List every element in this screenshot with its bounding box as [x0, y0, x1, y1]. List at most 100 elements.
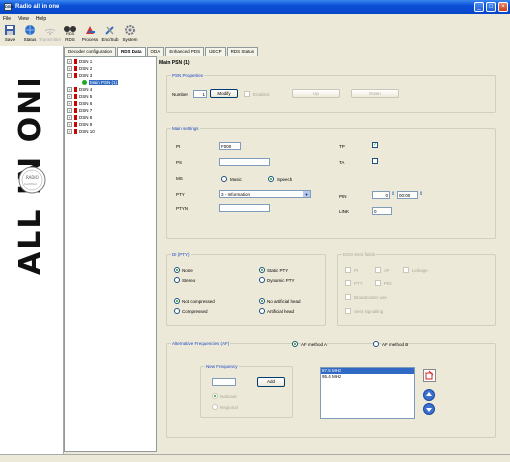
compressed-radio[interactable]: [174, 308, 180, 314]
eon-af-label: AF: [384, 268, 390, 273]
speech-radio[interactable]: [268, 176, 274, 182]
transmitter-icon: [43, 23, 57, 37]
pin-time-spin-icon[interactable]: ⇕: [419, 191, 423, 197]
tree-item-main-psn[interactable]: Main PSN (1): [82, 80, 119, 85]
save-icon: [3, 23, 17, 37]
frequency-list[interactable]: 87.5 MHz 95.4 MHz: [320, 367, 415, 419]
tree-item-dsn2[interactable]: + DSN 2: [67, 66, 92, 71]
ptyn-field[interactable]: [219, 204, 270, 212]
music-radio[interactable]: [221, 176, 227, 182]
di-stereo-label: Stereo: [182, 278, 196, 283]
menu-help[interactable]: Help: [36, 16, 46, 22]
tp-checkbox[interactable]: ✓: [372, 142, 378, 148]
tp-label: TP: [339, 144, 345, 149]
eon-linkage-checkbox[interactable]: [403, 267, 409, 273]
pty-select[interactable]: 3 - Information ▼: [219, 190, 311, 198]
sent-signalling-checkbox[interactable]: [345, 308, 351, 314]
tree-item-dsn1[interactable]: + DSN 1: [67, 59, 92, 64]
pin-label: PIN: [339, 194, 347, 199]
tab-rds-status[interactable]: RDS Status: [226, 47, 259, 56]
number-field[interactable]: 1: [193, 90, 207, 98]
pin-day-field[interactable]: 0: [372, 191, 390, 199]
down-button[interactable]: Down: [351, 89, 399, 98]
logo-badge2: Certified: [24, 182, 37, 186]
pty-label: PTY: [176, 192, 185, 197]
tree-item-dsn10[interactable]: + DSN 10: [67, 129, 95, 134]
new-frequency-field[interactable]: [212, 378, 236, 386]
national-radio[interactable]: [212, 393, 218, 399]
main-settings-group: Main settings: [166, 126, 496, 239]
system-button[interactable]: System: [122, 23, 138, 46]
tree-item-dsn9[interactable]: + DSN 9: [67, 122, 92, 127]
list-item[interactable]: 95.4 MHz: [321, 374, 414, 380]
rds-icon: RDS: [63, 23, 77, 37]
regional-radio[interactable]: [212, 404, 218, 410]
status-button[interactable]: Status: [22, 23, 38, 46]
af-method-b-radio[interactable]: [373, 341, 379, 347]
dynamic-pty-radio[interactable]: [259, 277, 265, 283]
modify-button[interactable]: Modify: [210, 89, 238, 98]
tab-decoder-configuration[interactable]: Decoder configuration: [64, 47, 117, 56]
process-button[interactable]: Process: [82, 23, 98, 46]
add-frequency-button[interactable]: Add: [257, 377, 285, 387]
artificial-head-label: Artificial head: [267, 309, 295, 314]
system-gear-icon: [123, 23, 137, 37]
static-pty-radio[interactable]: [259, 267, 265, 273]
ta-checkbox[interactable]: [372, 158, 378, 164]
delete-frequency-button[interactable]: [423, 369, 436, 382]
national-label: National: [220, 394, 237, 399]
sent-signalling-label: Sent signalling: [354, 309, 384, 314]
tree-item-dsn5[interactable]: + DSN 5: [67, 94, 92, 99]
eon-pty-checkbox[interactable]: [345, 280, 351, 286]
di-stereo-radio[interactable]: [174, 277, 180, 283]
artificial-head-radio[interactable]: [259, 308, 265, 314]
tree-item-dsn4[interactable]: + DSN 4: [67, 87, 92, 92]
ps-field[interactable]: [219, 158, 270, 166]
eon-pin-label: PIN: [384, 281, 392, 286]
minimize-button[interactable]: _: [474, 2, 484, 12]
tab-oda[interactable]: ODA: [146, 47, 165, 56]
eon-linkage-label: Linkage: [412, 268, 428, 273]
link-field[interactable]: 0: [372, 207, 392, 215]
af-method-a-radio[interactable]: [292, 341, 298, 347]
arrow-up-icon: [426, 392, 432, 396]
dsn-icon: [74, 115, 77, 120]
save-button[interactable]: Save: [2, 23, 18, 46]
eon-af-checkbox[interactable]: [375, 267, 381, 273]
dsn-tree[interactable]: + DSN 1 + DSN 2 − DSN 3 Main PSN (1) + DSN 4…: [64, 56, 157, 452]
tree-item-dsn3[interactable]: − DSN 3: [67, 73, 92, 78]
ps-label: PS: [176, 160, 183, 165]
menu-view[interactable]: View: [18, 16, 29, 22]
broadcaster-use-checkbox[interactable]: [345, 294, 351, 300]
move-up-button[interactable]: [423, 389, 435, 401]
eon-pi-checkbox[interactable]: [345, 267, 351, 273]
menu-file[interactable]: File: [3, 16, 11, 22]
pin-day-spin-icon[interactable]: ⇕: [391, 191, 395, 197]
broadcaster-use-label: Broadcaster use: [354, 295, 387, 300]
dsn-icon: [74, 94, 77, 99]
new-frequency-group: New Frequency: [200, 364, 293, 418]
no-artificial-head-radio[interactable]: [259, 298, 265, 304]
tab-enhanced-pds[interactable]: Enhanced PDS: [165, 47, 205, 56]
pin-time-field[interactable]: 00:00: [397, 191, 418, 199]
move-down-button[interactable]: [423, 403, 435, 415]
music-label: Music: [230, 177, 242, 182]
delete-icon: [425, 370, 434, 380]
eon-pin-checkbox[interactable]: [375, 280, 381, 286]
enc-sub-button[interactable]: Enc/Sub: [102, 23, 119, 46]
di-none-radio[interactable]: [174, 267, 180, 273]
dsn-icon: [74, 59, 77, 64]
process-icon: [83, 23, 97, 37]
enabled-checkbox[interactable]: [244, 91, 250, 97]
tree-item-dsn6[interactable]: + DSN 6: [67, 101, 92, 106]
close-button[interactable]: ×: [498, 2, 508, 12]
tab-uecp[interactable]: UECP: [205, 47, 226, 56]
pi-field[interactable]: F000: [219, 142, 241, 150]
maximize-button[interactable]: □: [486, 2, 496, 12]
tree-item-dsn8[interactable]: + DSN 8: [67, 115, 92, 120]
not-compressed-radio[interactable]: [174, 298, 180, 304]
up-button[interactable]: Up: [292, 89, 340, 98]
rds-button[interactable]: RDS RDS: [62, 23, 78, 46]
tree-item-dsn7[interactable]: + DSN 7: [67, 108, 92, 113]
transmitter-button[interactable]: Transmitter: [39, 23, 61, 46]
